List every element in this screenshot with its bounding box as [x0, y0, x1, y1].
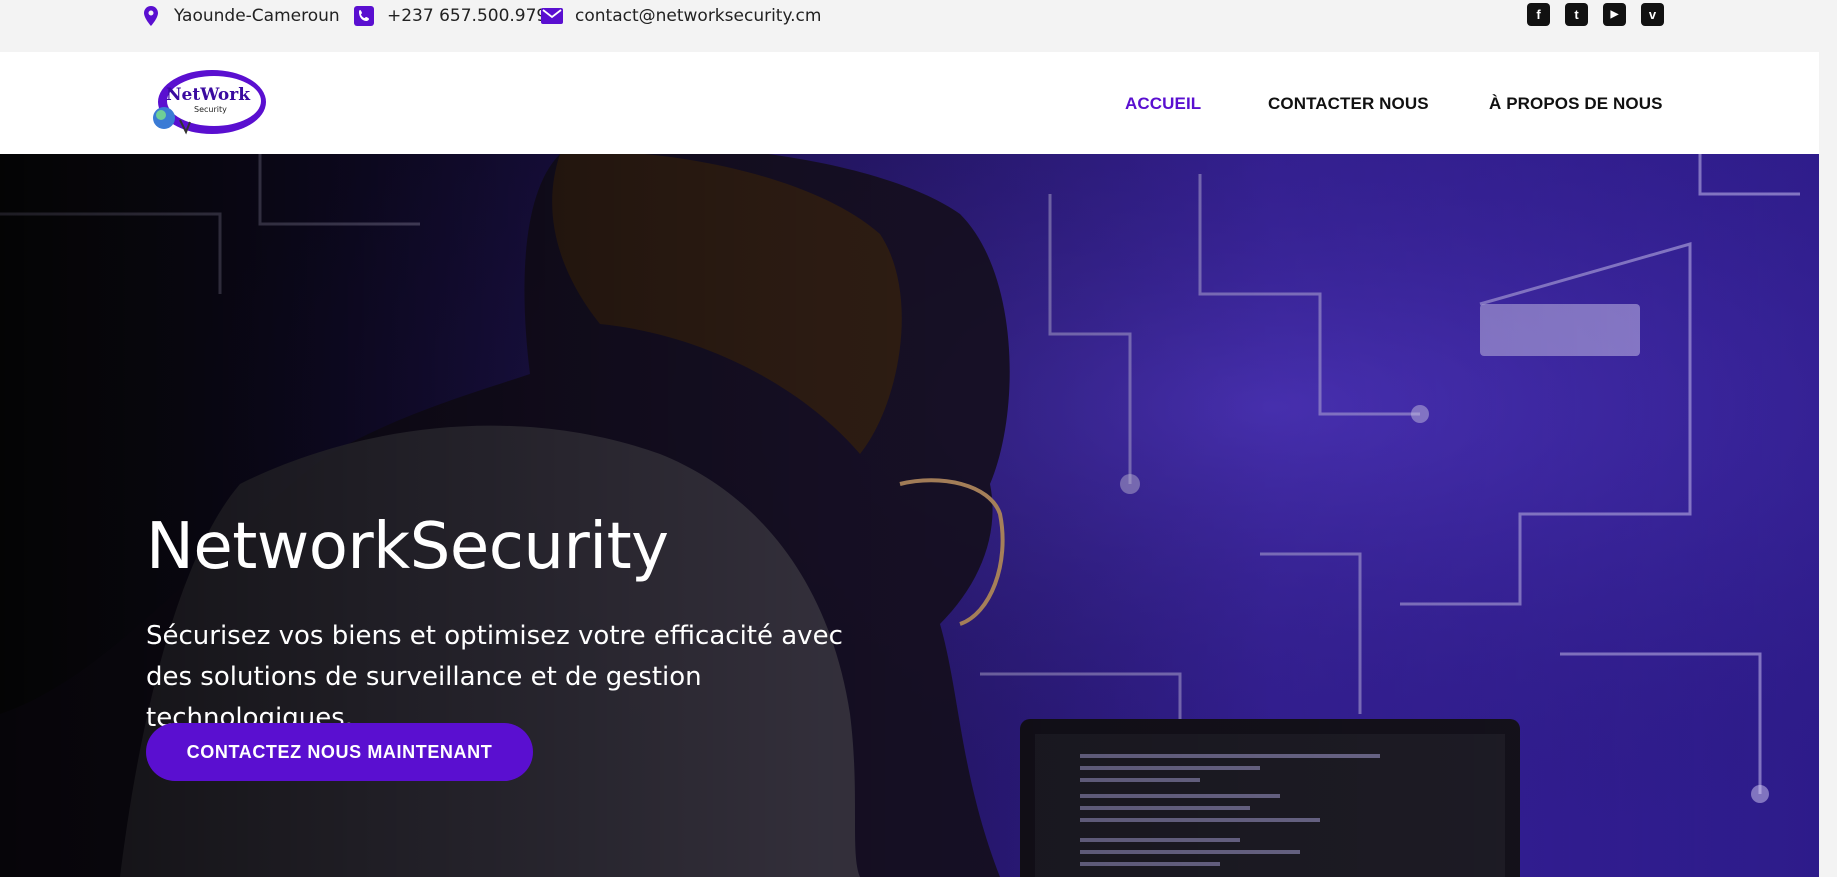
email-text[interactable]: contact@networksecurity.cm: [575, 6, 821, 26]
phone-item[interactable]: +237 657.500.979: [353, 4, 547, 28]
vimeo-icon[interactable]: v: [1641, 3, 1664, 26]
phone-text[interactable]: +237 657.500.979: [387, 6, 547, 26]
scrollbar-track[interactable]: [1819, 0, 1837, 877]
twitter-icon[interactable]: t: [1565, 3, 1588, 26]
contact-now-button[interactable]: CONTACTEZ NOUS MAINTENANT: [146, 723, 533, 781]
main-navbar: NetWork Security ACCUEIL CONTACTER NOUS …: [0, 52, 1819, 154]
phone-icon: [353, 5, 375, 27]
location-item: Yaounde-Cameroun: [140, 4, 340, 28]
hero-section: NetworkSecurity Sécurisez vos biens et o…: [0, 154, 1819, 877]
logo-text-security: Security: [194, 105, 227, 114]
hero-description: Sécurisez vos biens et optimisez votre e…: [146, 621, 843, 733]
email-item[interactable]: contact@networksecurity.cm: [541, 4, 821, 28]
nav-about[interactable]: À PROPOS DE NOUS: [1489, 94, 1663, 114]
nav-contact[interactable]: CONTACTER NOUS: [1268, 94, 1429, 114]
facebook-icon[interactable]: f: [1527, 3, 1550, 26]
envelope-icon: [541, 5, 563, 27]
logo[interactable]: NetWork Security: [150, 68, 268, 140]
logo-text-network: NetWork: [166, 85, 251, 105]
hero-title: NetworkSecurity: [146, 510, 669, 584]
social-links: f t ▶ v: [1527, 3, 1664, 26]
map-pin-icon: [140, 5, 162, 27]
page: Yaounde-Cameroun +237 657.500.979 contac…: [0, 0, 1837, 877]
nav-home[interactable]: ACCUEIL: [1125, 94, 1201, 114]
location-text: Yaounde-Cameroun: [174, 6, 340, 26]
youtube-icon[interactable]: ▶: [1603, 3, 1626, 26]
top-bar: Yaounde-Cameroun +237 657.500.979 contac…: [0, 0, 1819, 52]
